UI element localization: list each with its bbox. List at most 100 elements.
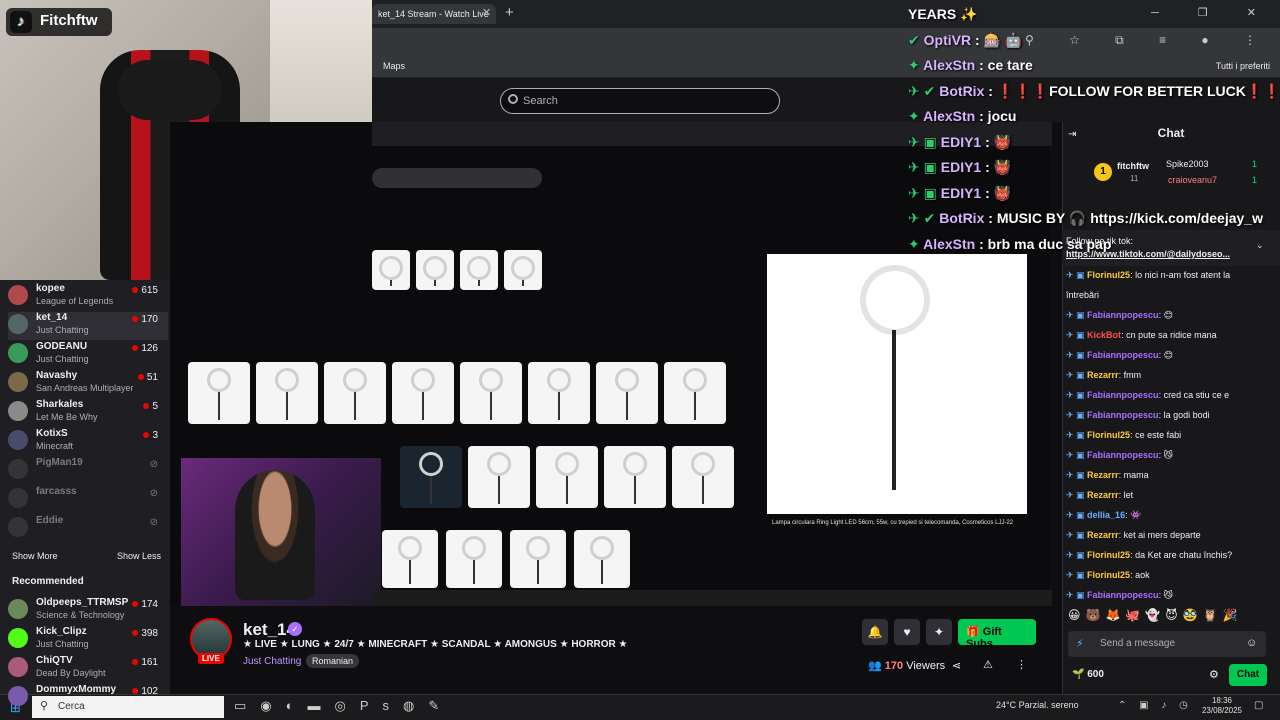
chat-username[interactable]: Florinul25 [1087,430,1130,440]
chat-username[interactable]: Rezarrr [1087,470,1119,480]
emote-bar[interactable]: 😀🐻🦊🐙👻😈🥸🦉🎉 [1068,608,1268,626]
overlay-badge-icon: ✦ [908,235,924,252]
search-result-thumbnail [324,362,386,424]
chat-username[interactable]: Florinul25 [1087,270,1130,280]
overlay-badge-icon: ✈ ▣ [908,184,941,201]
chat-username[interactable]: Fabiannpopescu [1087,310,1159,320]
slash-commands-icon[interactable]: ⚡ [1076,637,1084,650]
chat-username[interactable]: Rezarrr [1087,370,1119,380]
chat-username[interactable]: dellia_16 [1087,510,1125,520]
taskbar-apps[interactable]: ▭◉◐▬◎Ps◍✎ [234,698,453,714]
channel-name: ChiQTV [36,655,73,666]
sidebar-channel-item[interactable]: Eddie ⊘ [8,515,168,543]
chat-badge-icon: ✈ ▣ [1066,470,1088,480]
overlay-message-text: : 👹 [981,184,1012,201]
overlay-message-text: : 👹 [981,133,1012,150]
ring-light-thumbnail [423,256,447,280]
ring-light-thumbnail [590,536,614,560]
chat-message: ✈ ▣ Rezarrr: ket ai mers departe [1066,530,1276,541]
leaderboard-top-name[interactable]: fitchftw [1117,161,1149,171]
sidebar-channel-item[interactable]: Sharkales Let Me Be Why 5 [8,399,168,427]
search-result-thumbnail [528,362,590,424]
recommended-heading: Recommended [12,576,84,587]
search-input[interactable]: Search [500,88,780,114]
notification-bell-icon[interactable]: 🔔 [862,619,888,645]
window-controls[interactable]: ─ ❐ ✕ [1151,6,1274,19]
chat-username[interactable]: KickBot [1087,330,1121,340]
chat-username[interactable]: Fabiannpopescu [1087,390,1159,400]
recommended-channel-item[interactable]: Kick_Clipz Just Chatting 398 [8,626,168,654]
chat-badge-icon: ✈ ▣ [1066,370,1088,380]
emote-picker-icon[interactable]: ☺ [1246,637,1257,649]
tab-close-icon[interactable]: ✕ [482,6,491,19]
chat-username[interactable]: Rezarrr [1087,530,1119,540]
gift-subs-button[interactable]: 🎁 Gift Subs [958,619,1036,650]
browser-tab[interactable]: ket_14 Stream - Watch Live [372,4,496,24]
ring-light-thumbnail [467,256,491,280]
chevron-down-icon[interactable]: ⌄ [1256,240,1264,251]
live-dot-icon [143,403,150,409]
chat-username[interactable]: Florinul25 [1087,550,1130,560]
sidebar-channel-item[interactable]: KotixS Minecraft 3 [8,428,168,456]
chat-badge-icon: ✈ ▣ [1066,430,1088,440]
search-result-thumbnail [256,362,318,424]
chat-username[interactable]: Fabiannpopescu [1087,410,1159,420]
chat-username[interactable]: Florinul25 [1087,570,1130,580]
recommended-channel-item[interactable]: Oldpeeps_TTRMSP Science & Technology 174 [8,597,168,625]
channel-avatar [8,372,28,392]
channel-avatar [8,599,28,619]
chat-username[interactable]: Fabiannpopescu [1087,590,1159,600]
notifications-icon[interactable]: ▢ [1254,700,1263,711]
ring-light-thumbnail [555,452,579,476]
language-tag[interactable]: Romanian [306,654,360,668]
show-less-button[interactable]: Show Less [117,551,161,561]
sidebar-channel-item[interactable]: farcasss ⊘ [8,486,168,514]
chat-message-text: : da Ket are chatu închis? [1130,550,1233,560]
taskbar-clock[interactable]: 18:36 23/08/2025 [1200,696,1244,716]
chat-message: ✈ ▣ Rezarrr: let [1066,490,1276,501]
sidebar-channel-item[interactable]: GODEANU Just Chatting 126 [8,341,168,369]
gear-icon[interactable]: ⚙ [1209,668,1219,681]
ring-light-thumbnail [207,368,231,392]
sidebar-channel-item[interactable]: kopee League of Legends 615 [8,283,168,311]
chat-message-input[interactable]: Send a message [1068,631,1266,657]
tripod-thumbnail [354,392,356,420]
sidebar-channel-item[interactable]: Navashy San Andreas Multiplayer 51 [8,370,168,398]
stream-category-link[interactable]: Just Chatting [243,656,301,667]
share-icon[interactable]: ⋖ [952,659,961,672]
weather-widget[interactable]: 24°C Parzial. sereno [996,700,1079,710]
more-options-icon[interactable]: ⋮ [1016,658,1027,671]
chat-send-button[interactable]: Chat [1229,664,1267,686]
overlay-username: EDIY1 [940,159,982,175]
chat-username[interactable]: Rezarrr [1087,490,1119,500]
overlay-badge-icon: ✔ [908,31,924,48]
sidebar-channel-item[interactable]: ket_14 Just Chatting 170 [8,312,168,340]
chat-message: ✈ ▣ Rezarrr: mama [1066,470,1276,481]
recommended-channel-item[interactable]: ChiQTV Dead By Daylight 161 [8,655,168,683]
recommended-channel-item[interactable]: DommyxMommy 102 [8,684,168,712]
new-tab-icon[interactable]: + [505,4,514,21]
overlay-message-text: : 👹 [981,159,1012,175]
sidebar-channel-item[interactable]: PigMan19 ⊘ [8,457,168,485]
leaderboard-name[interactable]: Spike2003 [1166,159,1209,169]
system-tray[interactable]: ⌃ ▣ ♪ ◷ [1118,700,1193,711]
tripod-thumbnail [626,392,628,420]
channel-points[interactable]: 🌱 600 [1072,669,1104,680]
show-more-button[interactable]: Show More [12,551,58,561]
report-icon[interactable]: ⚠ [983,658,993,671]
live-dot-icon [132,659,139,665]
heart-follow-icon[interactable]: ♥ [894,619,920,645]
bookmark-all-folder[interactable]: Tutti i preferiti [1216,61,1270,71]
chat-username[interactable]: Fabiannpopescu [1087,350,1159,360]
chat-badge-icon: ✈ ▣ [1066,270,1088,280]
bookmarks-bar [372,56,1280,78]
tripod-thumbnail [694,392,696,420]
tripod-thumbnail [409,560,411,584]
toolbar-icons[interactable]: ⚲ ☆ ⧉ ≡ ● ⋮ [1025,33,1272,48]
sparkle-icon[interactable]: ✦ [926,619,952,645]
chat-username[interactable]: Fabiannpopescu [1087,450,1159,460]
leaderboard-name[interactable]: craioveanu7 [1168,175,1217,185]
chat-message-text: : fmm [1118,370,1142,380]
bookmark-maps[interactable]: Maps [383,61,405,71]
window-background [270,0,372,130]
